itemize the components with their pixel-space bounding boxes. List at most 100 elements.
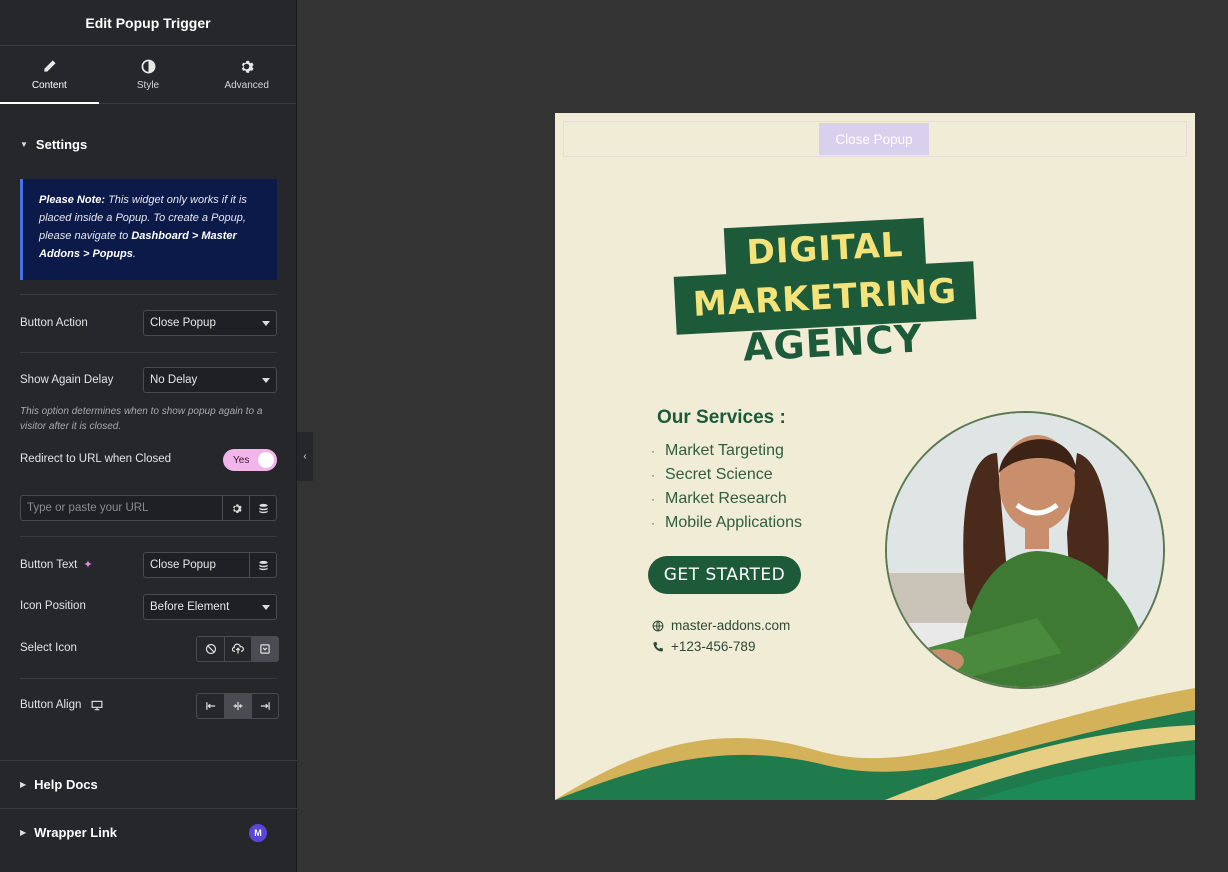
dropdown-arrow-icon <box>262 605 270 610</box>
bullet-icon: · <box>651 492 655 506</box>
website-line: master-addons.com <box>652 618 790 633</box>
icon-library-icon <box>260 644 270 654</box>
url-input[interactable] <box>21 496 222 520</box>
align-right-button[interactable] <box>251 694 278 718</box>
settings-title: Settings <box>35 137 88 152</box>
align-center-button[interactable] <box>224 694 251 718</box>
icon-position-label: Icon Position <box>20 600 86 612</box>
decorative-waves <box>555 688 1195 800</box>
tab-content[interactable]: Content <box>0 46 99 104</box>
url-options-button[interactable] <box>222 496 249 520</box>
button-align-group <box>196 693 279 719</box>
align-center-icon <box>233 701 243 711</box>
caret-right-icon: ▶ <box>20 780 27 789</box>
button-action-label: Button Action <box>20 317 88 329</box>
close-popup-button[interactable]: Close Popup <box>819 123 929 155</box>
service-item: · Mobile Applications <box>651 514 802 532</box>
divider <box>20 678 277 679</box>
icon-none-button[interactable] <box>197 637 224 661</box>
tab-advanced-label: Advanced <box>224 79 269 91</box>
redirect-label: Redirect to URL when Closed <box>20 453 172 465</box>
button-align-label-row: Button Align <box>20 699 103 711</box>
phone-text: +123-456-789 <box>671 639 756 654</box>
align-end-icon <box>260 702 270 710</box>
note-lead: Please Note: <box>39 194 106 206</box>
button-text-dynamic-tags-button[interactable] <box>249 553 276 577</box>
editor-panel: Edit Popup Trigger Content Style Advance… <box>0 0 297 872</box>
show-again-delay-label: Show Again Delay <box>20 374 114 386</box>
align-left-button[interactable] <box>197 694 224 718</box>
button-text-control: Close Popup <box>143 552 277 578</box>
globe-icon <box>652 620 664 631</box>
button-text-input[interactable]: Close Popup <box>144 553 249 577</box>
ban-icon <box>205 643 216 655</box>
url-dynamic-tags-button[interactable] <box>249 496 276 520</box>
align-start-icon <box>205 702 215 710</box>
bullet-icon: · <box>651 468 655 482</box>
phone-line: +123-456-789 <box>652 639 755 654</box>
title-line-3: AGENCY <box>741 316 924 370</box>
show-again-delay-select[interactable]: No Delay <box>143 367 277 393</box>
popup-preview: Close Popup DIGITAL MARKETRING AGENCY Ou… <box>555 113 1195 800</box>
contrast-icon <box>141 59 155 73</box>
panel-tabs: Content Style Advanced <box>0 46 296 104</box>
button-action-select[interactable]: Close Popup <box>143 310 277 336</box>
url-control <box>20 495 277 521</box>
services-heading: Our Services : <box>657 407 786 428</box>
icon-upload-button[interactable] <box>224 637 251 661</box>
service-item: · Secret Science <box>651 466 773 484</box>
service-item: · Market Research <box>651 490 787 508</box>
chevron-left-icon: ‹ <box>303 451 307 462</box>
panel-title: Edit Popup Trigger <box>0 0 296 46</box>
info-note: Please Note: This widget only works if i… <box>20 179 277 280</box>
get-started-button[interactable]: GET STARTED <box>648 556 801 594</box>
ai-sparkle-icon[interactable]: ✦ <box>83 558 92 571</box>
divider <box>20 352 277 353</box>
button-text-label-row: Button Text ✦ <box>20 558 93 572</box>
collapse-panel-button[interactable]: ‹ <box>297 432 313 481</box>
wrapper-link-title: Wrapper Link <box>34 825 117 840</box>
toggle-knob <box>258 452 274 468</box>
tab-style-label: Style <box>136 79 160 91</box>
service-item: · Market Targeting <box>651 442 784 460</box>
help-docs-header: ▶ Help Docs <box>0 777 118 792</box>
note-text-2: . <box>132 248 136 260</box>
caret-right-icon: ▶ <box>20 828 27 837</box>
icon-position-value: Before Element <box>150 601 230 613</box>
icon-library-button[interactable] <box>251 637 278 661</box>
tab-style[interactable]: Style <box>99 46 198 103</box>
service-label: Market Targeting <box>665 442 784 459</box>
caret-down-icon: ▼ <box>20 140 28 149</box>
service-label: Secret Science <box>665 466 773 483</box>
gear-icon <box>232 503 242 513</box>
website-text: master-addons.com <box>671 618 791 633</box>
close-button-wrapper: Close Popup <box>563 121 1187 157</box>
desktop-icon[interactable] <box>91 700 103 711</box>
database-icon <box>258 560 268 570</box>
icon-position-select[interactable]: Before Element <box>143 594 277 620</box>
service-label: Mobile Applications <box>665 514 802 531</box>
button-align-label: Button Align <box>20 699 82 711</box>
redirect-toggle[interactable]: Yes <box>223 449 277 471</box>
select-icon-group <box>196 636 279 662</box>
upload-icon <box>232 643 244 654</box>
settings-section-toggle[interactable]: ▼ Settings <box>0 137 107 152</box>
pencil-icon <box>44 59 56 72</box>
dropdown-arrow-icon <box>262 378 270 383</box>
show-again-delay-help: This option determines when to show popu… <box>20 406 263 432</box>
help-docs-title: Help Docs <box>34 777 98 792</box>
wrapper-link-section[interactable]: ▶ Wrapper Link M <box>0 808 297 856</box>
divider <box>20 536 277 537</box>
phone-icon <box>653 641 663 651</box>
help-docs-section[interactable]: ▶ Help Docs <box>0 760 297 808</box>
master-addons-logo-icon: M <box>249 823 267 842</box>
dropdown-arrow-icon <box>262 321 270 326</box>
tab-advanced[interactable]: Advanced <box>197 46 296 103</box>
database-icon <box>258 503 268 513</box>
bullet-icon: · <box>651 516 655 530</box>
button-text-label: Button Text <box>20 558 78 571</box>
wrapper-link-header: ▶ Wrapper Link <box>0 825 137 840</box>
show-again-delay-value: No Delay <box>150 374 198 386</box>
portrait-illustration <box>887 413 1163 687</box>
toggle-state: Yes <box>233 454 250 466</box>
